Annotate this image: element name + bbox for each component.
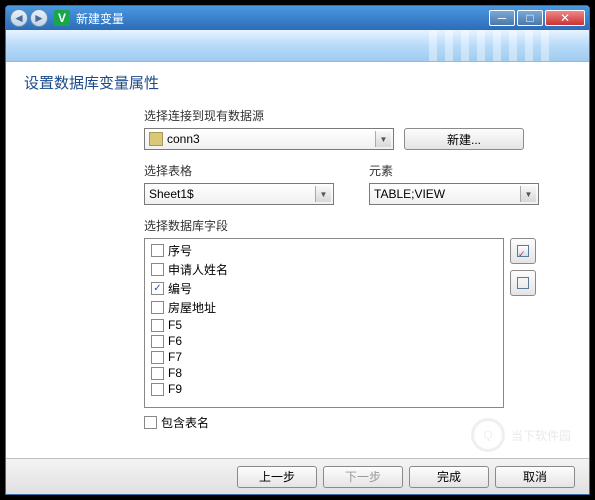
new-connection-button[interactable]: 新建... bbox=[404, 128, 524, 150]
titlebar: ◄ ► V 新建变量 ─ □ ✕ bbox=[6, 6, 589, 30]
chevron-down-icon: ▼ bbox=[315, 186, 331, 202]
field-checkbox[interactable] bbox=[151, 319, 164, 332]
list-item[interactable]: 房屋地址 bbox=[147, 298, 501, 317]
list-item[interactable]: 序号 bbox=[147, 241, 501, 260]
chevron-down-icon: ▼ bbox=[375, 131, 391, 147]
field-checkbox[interactable] bbox=[151, 367, 164, 380]
table-label: 选择表格 bbox=[144, 162, 349, 179]
close-button[interactable]: ✕ bbox=[545, 10, 585, 26]
window-title: 新建变量 bbox=[76, 10, 489, 27]
field-label: F6 bbox=[168, 334, 182, 348]
list-item[interactable]: F9 bbox=[147, 381, 501, 397]
chevron-down-icon: ▼ bbox=[520, 186, 536, 202]
app-icon: V bbox=[54, 10, 70, 26]
check-all-button[interactable] bbox=[510, 238, 536, 264]
prev-button[interactable]: 上一步 bbox=[237, 466, 317, 488]
field-label: F8 bbox=[168, 366, 182, 380]
minimize-icon: ─ bbox=[498, 11, 507, 25]
include-table-checkbox[interactable] bbox=[144, 416, 157, 429]
uncheck-icon bbox=[517, 277, 529, 289]
list-item[interactable]: 申请人姓名 bbox=[147, 260, 501, 279]
field-label: 房屋地址 bbox=[168, 299, 216, 316]
header-banner bbox=[6, 30, 589, 62]
nav-forward-button[interactable]: ► bbox=[30, 9, 48, 27]
field-checkbox[interactable]: ✓ bbox=[151, 282, 164, 295]
element-value: TABLE;VIEW bbox=[374, 187, 445, 201]
window-controls: ─ □ ✕ bbox=[489, 10, 585, 26]
cancel-button[interactable]: 取消 bbox=[495, 466, 575, 488]
field-checkbox[interactable] bbox=[151, 244, 164, 257]
watermark: Q 当下软件园 bbox=[471, 418, 571, 452]
fields-listbox[interactable]: 序号申请人姓名 ✓ 编号房屋地址 F5 F6 F7 F8 F9 bbox=[144, 238, 504, 408]
page-heading: 设置数据库变量属性 bbox=[24, 72, 571, 93]
field-label: 申请人姓名 bbox=[168, 261, 228, 278]
element-label: 元素 bbox=[369, 162, 574, 179]
fields-label: 选择数据库字段 bbox=[144, 217, 574, 234]
field-checkbox[interactable] bbox=[151, 351, 164, 364]
finish-button[interactable]: 完成 bbox=[409, 466, 489, 488]
field-label: F7 bbox=[168, 350, 182, 364]
list-item[interactable]: F6 bbox=[147, 333, 501, 349]
close-icon: ✕ bbox=[560, 11, 570, 25]
footer-buttons: 上一步 下一步 完成 取消 bbox=[6, 458, 589, 494]
form: 选择连接到现有数据源 conn3 ▼ 新建... 选择表格 Sheet1$ ▼ bbox=[144, 107, 574, 431]
maximize-button[interactable]: □ bbox=[517, 10, 543, 26]
nav-back-button[interactable]: ◄ bbox=[10, 9, 28, 27]
database-icon bbox=[149, 132, 163, 146]
watermark-icon: Q bbox=[471, 418, 505, 452]
list-item[interactable]: F8 bbox=[147, 365, 501, 381]
field-label: 序号 bbox=[168, 242, 192, 259]
uncheck-all-button[interactable] bbox=[510, 270, 536, 296]
table-value: Sheet1$ bbox=[149, 187, 194, 201]
dialog-window: ◄ ► V 新建变量 ─ □ ✕ 设置数据库变量属性 选择连接到现有数据源 co… bbox=[5, 5, 590, 495]
field-label: F9 bbox=[168, 382, 182, 396]
list-item[interactable]: ✓ 编号 bbox=[147, 279, 501, 298]
table-select[interactable]: Sheet1$ ▼ bbox=[144, 183, 334, 205]
next-button[interactable]: 下一步 bbox=[323, 466, 403, 488]
include-table-label: 包含表名 bbox=[161, 414, 209, 431]
check-icon bbox=[517, 245, 529, 257]
field-checkbox[interactable] bbox=[151, 301, 164, 314]
list-item[interactable]: F5 bbox=[147, 317, 501, 333]
element-select[interactable]: TABLE;VIEW ▼ bbox=[369, 183, 539, 205]
field-checkbox[interactable] bbox=[151, 335, 164, 348]
maximize-icon: □ bbox=[526, 11, 533, 25]
field-checkbox[interactable] bbox=[151, 263, 164, 276]
minimize-button[interactable]: ─ bbox=[489, 10, 515, 26]
datasource-select[interactable]: conn3 ▼ bbox=[144, 128, 394, 150]
list-item[interactable]: F7 bbox=[147, 349, 501, 365]
arrow-left-icon: ◄ bbox=[13, 11, 25, 25]
datasource-label: 选择连接到现有数据源 bbox=[144, 107, 574, 124]
content-area: 设置数据库变量属性 选择连接到现有数据源 conn3 ▼ 新建... 选择表格 … bbox=[6, 62, 589, 441]
field-label: F5 bbox=[168, 318, 182, 332]
field-label: 编号 bbox=[168, 280, 192, 297]
arrow-right-icon: ► bbox=[33, 11, 45, 25]
field-checkbox[interactable] bbox=[151, 383, 164, 396]
datasource-value: conn3 bbox=[167, 132, 200, 146]
